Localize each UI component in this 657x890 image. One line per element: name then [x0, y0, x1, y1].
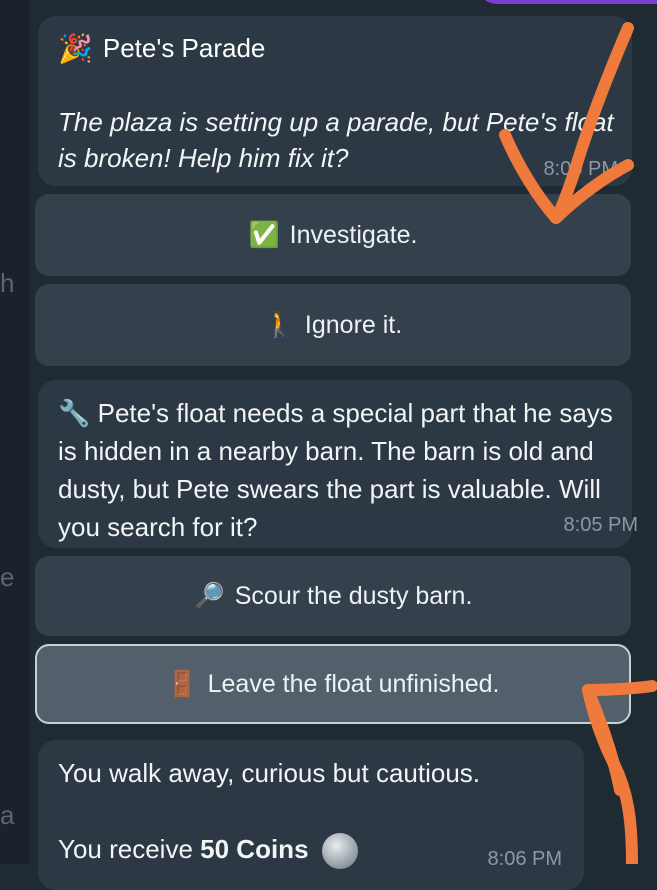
choice-button-scour-barn[interactable]: 🔎 Scour the dusty barn.	[35, 556, 631, 636]
button-label: Scour the dusty barn.	[234, 581, 473, 610]
left-edge-text: h	[0, 268, 15, 298]
walking-person-icon: 🚶	[263, 310, 295, 339]
message-body: 🔧 Pete's float needs a special part that…	[58, 394, 618, 546]
message-time: 8:05 PM	[563, 514, 638, 536]
message-bubble: 🔧 Pete's float needs a special part that…	[38, 380, 638, 548]
reward-amount: 50 Coins	[200, 834, 309, 864]
left-edge-text: a	[0, 800, 15, 830]
party-popper-icon: 🎉	[58, 33, 93, 64]
magnifying-glass-icon: 🔎	[193, 581, 225, 610]
wrench-icon: 🔧	[58, 398, 91, 428]
button-label: Investigate.	[289, 220, 418, 249]
message-title-text: Pete's Parade	[102, 33, 266, 63]
choice-button-ignore[interactable]: 🚶 Ignore it.	[35, 284, 631, 366]
left-edge-text: e	[0, 562, 15, 592]
message-title: 🎉 Pete's Parade	[58, 32, 265, 65]
door-icon: 🚪	[166, 669, 198, 698]
message-bubble: You walk away, curious but cautious. You…	[38, 740, 584, 890]
choice-button-leave-float[interactable]: 🚪 Leave the float unfinished.	[35, 644, 631, 724]
check-mark-icon: ✅	[248, 220, 280, 249]
left-panel-edge	[0, 0, 30, 864]
button-label: Ignore it.	[304, 310, 403, 339]
button-label: Leave the float unfinished.	[207, 669, 500, 698]
reward-prefix: You receive	[58, 834, 193, 864]
message-line: You walk away, curious but cautious.	[58, 758, 481, 788]
choice-button-investigate[interactable]: ✅ Investigate.	[35, 194, 631, 276]
top-pill[interactable]	[477, 0, 657, 4]
message-body-text: Pete's float needs a special part that h…	[58, 398, 613, 542]
message-time: 8:05 PM	[543, 158, 618, 180]
message-time: 8:06 PM	[487, 848, 562, 870]
message-bubble: 🎉 Pete's Parade The plaza is setting up …	[38, 16, 632, 186]
message-body: The plaza is setting up a parade, but Pe…	[58, 107, 614, 173]
